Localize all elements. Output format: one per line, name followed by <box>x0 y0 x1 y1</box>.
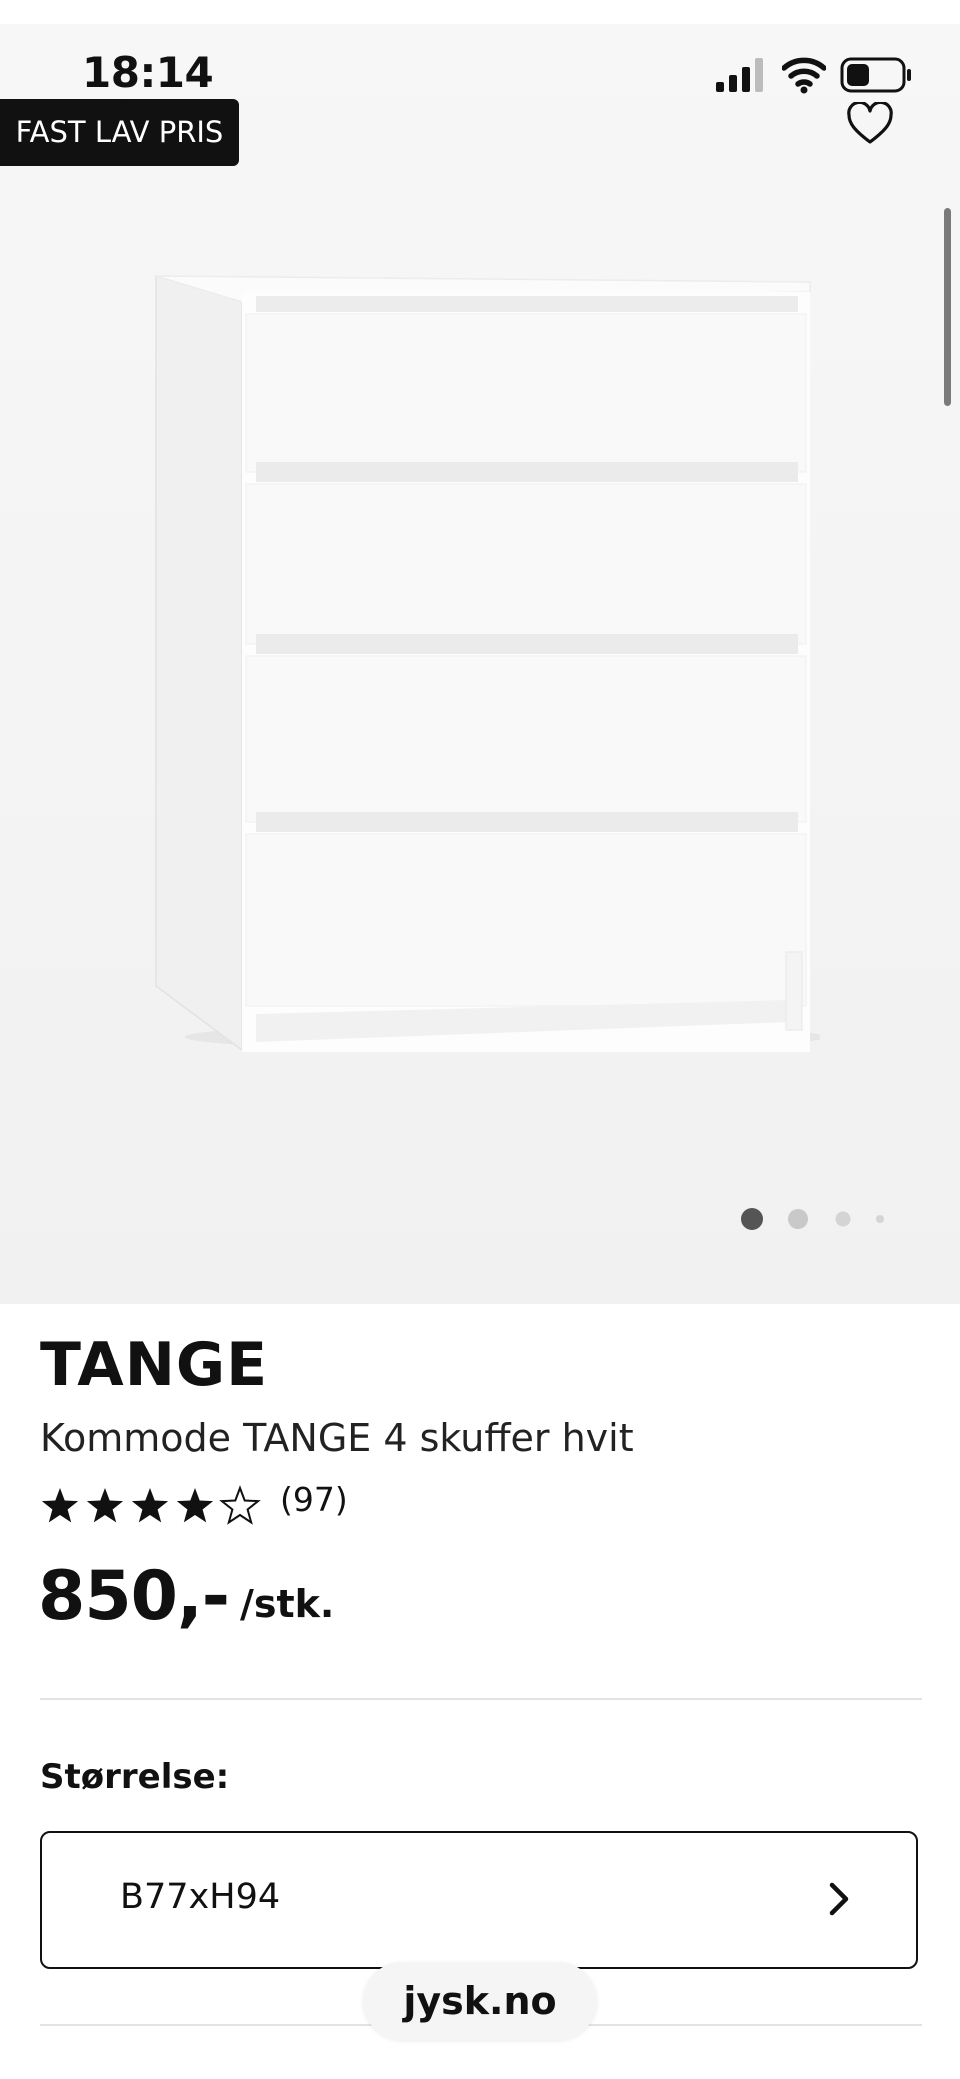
product-image <box>155 275 820 1052</box>
star-filled-icon <box>41 1488 79 1523</box>
gallery-dot-1 <box>741 1208 763 1230</box>
battery-icon <box>840 57 911 93</box>
star-filled-icon <box>131 1488 169 1523</box>
fast-lav-pris-badge: FAST LAV PRIS <box>0 99 239 166</box>
size-select[interactable]: B77xH94 <box>40 1831 918 1969</box>
product-name: Kommode TANGE 4 skuffer hvit <box>40 1416 634 1460</box>
heart-outline-icon[interactable] <box>846 102 894 146</box>
scrollbar[interactable] <box>944 208 951 406</box>
star-filled-icon <box>86 1488 124 1523</box>
cellular-signal-icon <box>716 58 763 92</box>
product-price: 850,- <box>38 1557 230 1636</box>
gallery-dot-4 <box>876 1215 884 1223</box>
rating-stars <box>41 1485 261 1525</box>
divider <box>40 1698 922 1700</box>
size-value: B77xH94 <box>120 1877 281 1917</box>
chevron-right-icon <box>829 1882 849 1916</box>
gallery-pagination[interactable] <box>740 1205 890 1235</box>
wifi-icon <box>782 57 826 94</box>
product-brand: TANGE <box>40 1330 269 1400</box>
gallery-dot-3 <box>835 1211 851 1227</box>
gallery-dot-2 <box>788 1209 808 1229</box>
price-unit: /stk. <box>240 1582 335 1626</box>
star-outline-icon <box>219 1485 261 1525</box>
review-count[interactable]: (97) <box>280 1480 348 1519</box>
status-time: 18:14 <box>82 48 214 97</box>
browser-url-bar[interactable]: jysk.no <box>363 1962 597 2040</box>
star-filled-icon <box>176 1488 214 1523</box>
size-label: Størrelse: <box>40 1757 230 1797</box>
